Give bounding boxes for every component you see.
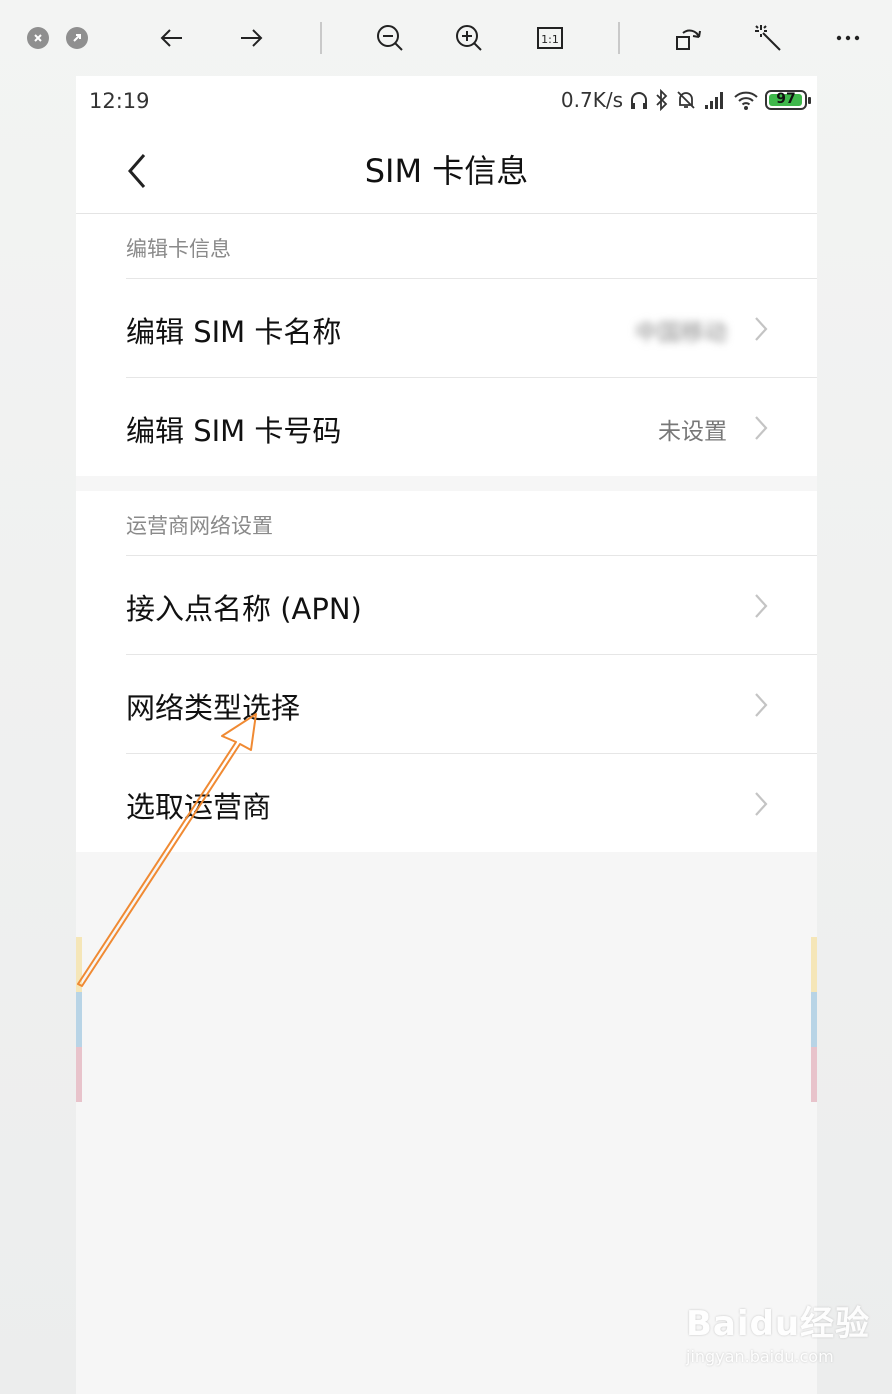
watermark-sub: jingyan.baidu.com xyxy=(686,1347,834,1366)
baidu-watermark: Baidu经验 jingyan.baidu.com xyxy=(686,1296,870,1366)
annotation-arrow xyxy=(77,713,257,987)
watermark-main: Baidu经验 xyxy=(686,1304,871,1344)
